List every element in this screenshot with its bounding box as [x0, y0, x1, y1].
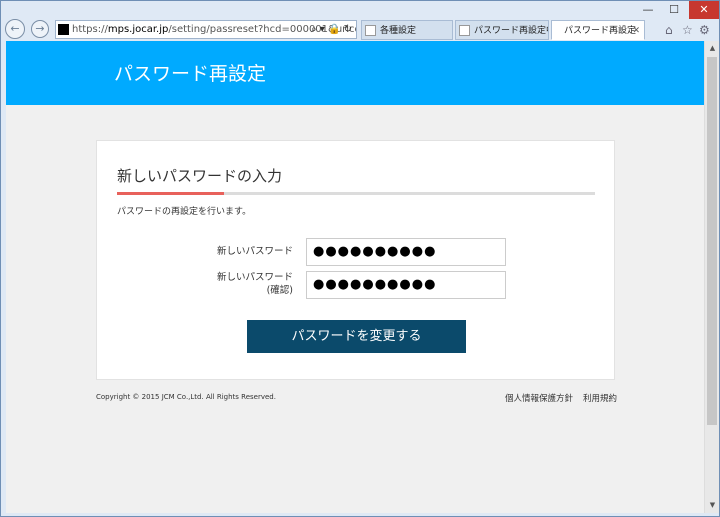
confirm-password-label-line2: (確認)	[266, 285, 293, 296]
new-password-label: 新しいパスワード	[216, 246, 293, 257]
minimize-button[interactable]: —	[635, 1, 661, 19]
vertical-scrollbar[interactable]: ▲ ▼	[704, 41, 719, 513]
password-form-card: 新しいパスワードの入力 パスワードの再設定を行います。 新しいパスワード ●●●…	[96, 140, 615, 380]
page-viewport: パスワード再設定 新しいパスワードの入力 パスワードの再設定を行います。 新しい…	[6, 41, 704, 513]
confirm-password-label-line1: 新しいパスワード	[216, 272, 293, 283]
page-title: パスワード再設定	[114, 63, 267, 85]
form-description: パスワードの再設定を行います。	[117, 207, 252, 217]
url-host: mps.jocar.jp	[107, 24, 169, 35]
copyright-text: Copyright © 2015 JCM Co.,Ltd. All Rights…	[96, 393, 276, 401]
title-underline-accent	[117, 192, 224, 195]
forward-button[interactable]: →	[31, 20, 49, 38]
tab-label: パスワード再設定中...	[474, 26, 548, 36]
scrollbar-thumb[interactable]	[707, 57, 717, 425]
home-icon[interactable]: ⌂	[665, 23, 673, 37]
browser-window: — ☐ ✕ ← → https://mps.jocar.jp/setting/p…	[0, 0, 720, 517]
terms-of-use-link[interactable]: 利用規約	[583, 392, 617, 404]
maximize-button[interactable]: ☐	[661, 1, 687, 19]
confirm-password-label: 新しいパスワード (確認)	[173, 271, 293, 297]
tab-label: パスワード再設定	[564, 26, 637, 36]
tab-password-reset-active[interactable]: パスワード再設定 ✕	[551, 20, 645, 40]
tab-label: 各種設定	[380, 26, 417, 36]
site-favicon-icon	[58, 24, 69, 35]
change-password-button[interactable]: パスワードを変更する	[247, 320, 466, 353]
back-button[interactable]: ←	[5, 19, 25, 39]
settings-gear-icon[interactable]: ⚙	[699, 23, 710, 37]
title-underline	[117, 192, 595, 195]
tab-favicon-icon	[365, 25, 376, 36]
favorites-star-icon[interactable]: ☆	[682, 23, 693, 37]
url-prefix: https://	[72, 24, 108, 35]
scroll-up-icon[interactable]: ▲	[705, 41, 720, 56]
confirm-password-input[interactable]: ●●●●●●●●●●	[306, 271, 506, 299]
tab-password-reset-loading[interactable]: パスワード再設定中...	[455, 20, 549, 40]
navigation-bar: ← → https://mps.jocar.jp/setting/passres…	[1, 19, 719, 41]
scroll-down-icon[interactable]: ▼	[705, 498, 720, 513]
page-header: パスワード再設定	[6, 41, 704, 105]
address-bar-icons[interactable]: ⌕ ▾ 🔒 ↻	[311, 21, 352, 38]
close-window-button[interactable]: ✕	[689, 1, 719, 19]
title-bar: — ☐ ✕	[1, 1, 719, 21]
new-password-input[interactable]: ●●●●●●●●●●	[306, 238, 506, 266]
tab-favicon-icon	[459, 25, 470, 36]
privacy-policy-link[interactable]: 個人情報保護方針	[505, 392, 573, 404]
address-bar[interactable]: https://mps.jocar.jp/setting/passreset?h…	[55, 20, 357, 39]
card-title: 新しいパスワードの入力	[117, 167, 283, 185]
tab-close-icon[interactable]: ✕	[632, 21, 640, 39]
tab-settings[interactable]: 各種設定	[361, 20, 453, 40]
